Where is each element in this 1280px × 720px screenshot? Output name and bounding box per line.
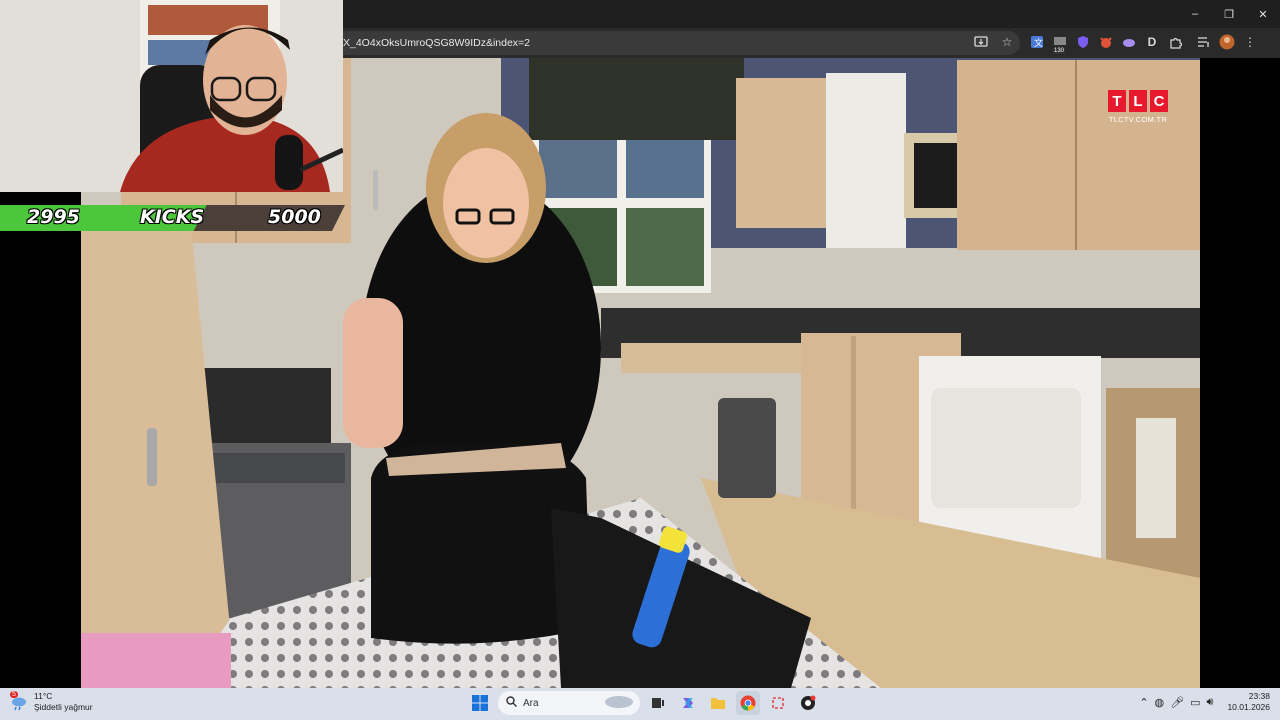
chevron-up-icon[interactable]: ⌃ [1139,696,1148,709]
microphone-icon[interactable]: 🎤︎ [1170,696,1184,709]
copilot-icon[interactable] [676,691,700,715]
kicks-current: 2995 [27,206,80,228]
kicks-goal-bar: 2995 KICKS 5000 [0,201,345,235]
clock-date: 10.01.2026 [1227,702,1270,712]
shield-extension-icon[interactable] [1074,33,1092,51]
snipping-tool-icon[interactable] [766,691,790,715]
profile-avatar-icon[interactable] [1218,33,1236,51]
obs-icon[interactable] [796,691,820,715]
logo-letter: T [1108,90,1126,112]
weather-temp: 11°C [34,691,53,701]
search-icon [506,696,517,710]
extension-badge: 130 [1053,48,1066,54]
address-bar-actions: ☆ [972,33,1016,51]
network-status-icon[interactable]: ◍ [1155,696,1165,709]
chrome-icon[interactable] [736,691,760,715]
webcam-feed [0,0,343,192]
d-extension-icon[interactable]: D [1143,33,1161,51]
logo-letter: L [1129,90,1147,112]
channel-url: TLCTV.COM.TR [1108,115,1168,124]
media-control-icon[interactable] [1195,33,1213,51]
url-text: X_4O4xOksUmroQSG8W9IDz&index=2 [343,37,531,49]
file-explorer-icon[interactable] [706,691,730,715]
fox-extension-icon[interactable] [1097,33,1115,51]
extension-counter-icon[interactable]: 130 [1051,33,1069,54]
search-placeholder: Ara [523,697,539,709]
taskbar-center: Ara [468,691,820,715]
install-app-icon[interactable] [972,33,990,51]
taskbar-search[interactable]: Ara [498,691,640,715]
kicks-label: KICKS [140,206,205,228]
puzzle-extensions-icon[interactable] [1166,33,1184,51]
volume-icon[interactable]: 🔊︎ [1207,696,1214,709]
webcam-overlay [0,0,343,192]
logo-letter: C [1150,90,1168,112]
search-highlight-icon [604,695,634,712]
rain-cloud-icon: 5 [10,691,28,711]
browser-menu-icon[interactable]: ⋮ [1241,33,1259,51]
start-button[interactable] [468,691,492,715]
windows-taskbar: 5 11°C Şiddetli yağmur Ara ⌃ ◍ 🎤︎ ▭ 🔊︎ 2… [0,688,1280,720]
extensions-bar: 文 130 D ⋮ [1028,33,1259,54]
weather-condition: Şiddetli yağmur [34,702,93,712]
taskbar-clock[interactable]: 23:38 10.01.2026 [1227,691,1270,713]
kicks-goal: 5000 [268,206,321,228]
window-controls: – ❐ ✕ [1178,0,1280,28]
address-bar[interactable]: X_4O4xOksUmroQSG8W9IDz&index=2 [300,31,1020,55]
cloud-extension-icon[interactable] [1120,33,1138,51]
display-icon[interactable]: ▭ [1190,696,1200,709]
close-button[interactable]: ✕ [1246,0,1280,28]
weather-badge: 5 [10,691,18,698]
system-tray: ⌃ ◍ 🎤︎ ▭ 🔊︎ 23:38 10.01.2026 [1139,691,1270,713]
translate-icon[interactable]: 文 [1028,33,1046,51]
minimize-button[interactable]: – [1178,0,1212,28]
bookmark-star-icon[interactable]: ☆ [998,33,1016,51]
weather-widget[interactable]: 5 11°C Şiddetli yağmur [10,691,93,713]
tlc-logo: T L C TLCTV.COM.TR [1108,90,1168,124]
svg-text:文: 文 [1034,37,1043,48]
restore-button[interactable]: ❐ [1212,0,1246,28]
clock-time: 23:38 [1248,691,1270,701]
task-view-icon[interactable] [646,691,670,715]
